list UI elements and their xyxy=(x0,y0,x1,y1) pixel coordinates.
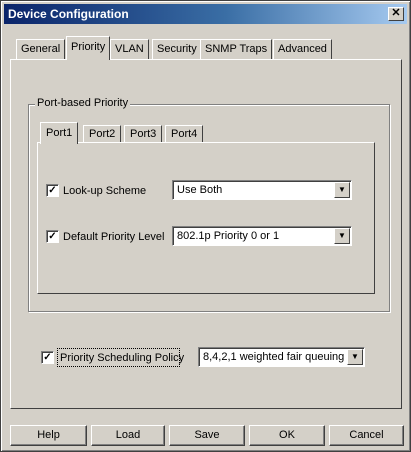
chevron-down-icon[interactable]: ▼ xyxy=(334,228,350,244)
lookup-scheme-checkbox[interactable]: ✓ xyxy=(46,184,59,197)
default-priority-value: 802.1p Priority 0 or 1 xyxy=(177,230,280,242)
scheduling-policy-label: Priority Scheduling Policy xyxy=(60,352,185,364)
scheduling-policy-value: 8,4,2,1 weighted fair queuing xyxy=(203,351,345,363)
subtab-port1[interactable]: Port1 xyxy=(40,122,79,144)
title-bar: Device Configuration ✕ xyxy=(4,4,407,24)
default-priority-select[interactable]: 802.1p Priority 0 or 1 ▼ xyxy=(172,226,352,246)
subtab-port4[interactable]: Port4 xyxy=(165,125,204,143)
tab-priority[interactable]: Priority xyxy=(66,36,111,60)
scheduling-policy-checkbox[interactable]: ✓ xyxy=(41,351,54,364)
tab-general[interactable]: General xyxy=(16,39,66,59)
scheduling-policy-select[interactable]: 8,4,2,1 weighted fair queuing ▼ xyxy=(198,347,365,367)
subtab-port3[interactable]: Port3 xyxy=(124,125,163,143)
lookup-scheme-select[interactable]: Use Both ▼ xyxy=(172,180,352,200)
port1-panel xyxy=(37,142,375,294)
save-button[interactable]: Save xyxy=(169,425,245,446)
chevron-down-icon[interactable]: ▼ xyxy=(347,349,363,365)
port-based-priority-label: Port-based Priority xyxy=(35,97,131,110)
lookup-scheme-label: Look-up Scheme xyxy=(63,185,147,197)
lookup-scheme-value: Use Both xyxy=(177,184,223,196)
tab-security[interactable]: Security xyxy=(152,39,202,59)
default-priority-label: Default Priority Level xyxy=(63,231,165,243)
chevron-down-icon[interactable]: ▼ xyxy=(334,182,350,198)
default-priority-checkbox[interactable]: ✓ xyxy=(46,230,59,243)
help-button[interactable]: Help xyxy=(10,425,87,446)
subtab-port2[interactable]: Port2 xyxy=(83,125,122,143)
close-button[interactable]: ✕ xyxy=(388,7,404,21)
window-title: Device Configuration xyxy=(8,7,129,21)
load-button[interactable]: Load xyxy=(91,425,165,446)
tab-snmp-traps[interactable]: SNMP Traps xyxy=(200,39,273,59)
tab-vlan[interactable]: VLAN xyxy=(110,39,149,59)
ok-button[interactable]: OK xyxy=(249,425,325,446)
cancel-button[interactable]: Cancel xyxy=(329,425,404,446)
device-configuration-dialog: Device Configuration ✕ General Priority … xyxy=(0,0,411,452)
close-icon: ✕ xyxy=(391,7,401,19)
tab-advanced[interactable]: Advanced xyxy=(273,39,332,59)
